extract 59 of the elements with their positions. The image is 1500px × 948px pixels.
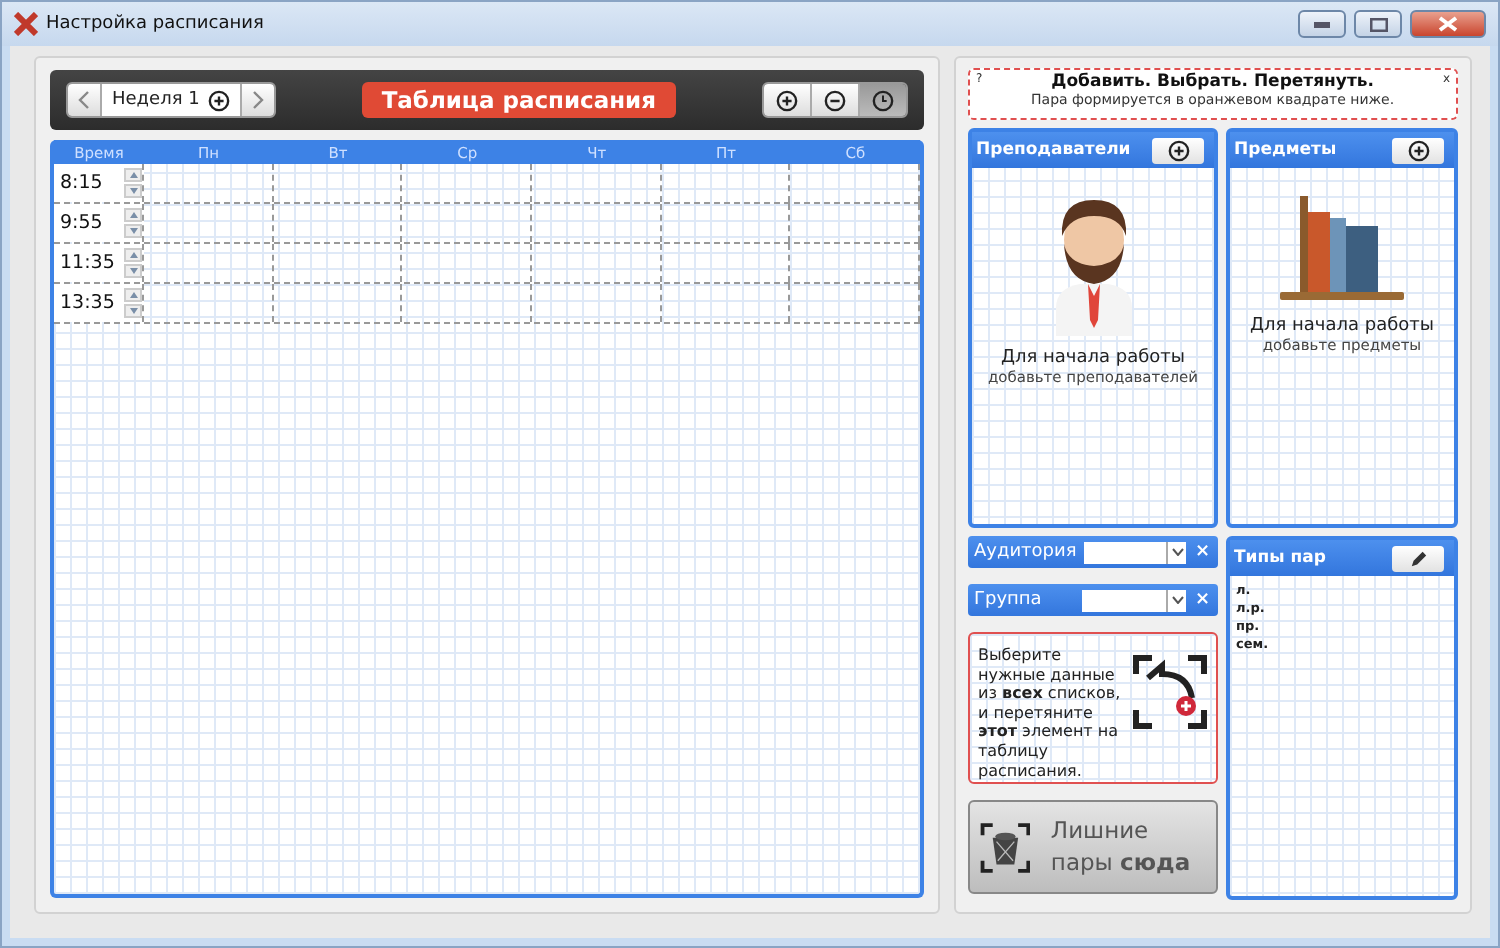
caret-icon: [1171, 548, 1184, 556]
instruction-text: Выберите нужные данные из всех списков, и перетяните этот элемент на таблицу расписания.: [978, 646, 1123, 781]
maximize-icon: [1369, 17, 1387, 31]
clear-button[interactable]: ×: [1194, 542, 1210, 562]
spin-up-button[interactable]: [124, 248, 142, 262]
filter-label: Группа: [974, 590, 1044, 610]
clock-icon: [871, 89, 894, 111]
add-icon: [1407, 139, 1429, 161]
zoom-out-icon: [823, 89, 846, 111]
spin-up-button[interactable]: [124, 208, 142, 222]
lesson-builder[interactable]: Выберите нужные данные из всех списков, и перетяните этот элемент на таблицу расписания.: [968, 632, 1218, 784]
time-field[interactable]: 11:35: [54, 244, 144, 282]
window-title: Настройка расписания: [46, 14, 266, 34]
add-button[interactable]: [1392, 137, 1444, 163]
hint-title: Добавить. Выбрать. Перетянуть.: [1051, 72, 1374, 92]
add-icon: [207, 89, 230, 111]
spin-down-button[interactable]: [124, 304, 142, 318]
panel-title: Предметы: [1234, 140, 1337, 160]
empty-title: Для начала работы: [1249, 316, 1435, 336]
filter-dropdown[interactable]: [1084, 541, 1187, 563]
spin-up-button[interactable]: [124, 168, 142, 182]
panel-title: Типы пар: [1234, 548, 1326, 568]
minimize-button[interactable]: [1298, 10, 1346, 38]
add-icon: [1167, 139, 1189, 161]
time-field[interactable]: 8:15: [54, 164, 144, 202]
pencil-icon: [1409, 549, 1427, 567]
view-button[interactable]: [763, 84, 810, 116]
books-drawing: [1276, 192, 1408, 304]
caret-icon: [1171, 596, 1184, 604]
view-button[interactable]: [809, 84, 858, 116]
spin-down-button[interactable]: [124, 224, 142, 238]
app-icon: [14, 12, 38, 36]
panel-title: Преподаватели: [976, 140, 1131, 160]
filter-label: Аудитория: [974, 542, 1077, 562]
chevron-left-icon: [78, 90, 90, 110]
view-button[interactable]: [857, 84, 906, 116]
trash-drop-zone[interactable]: Лишние пары сюда: [968, 800, 1218, 894]
empty-title: Для начала работы: [1000, 348, 1186, 368]
schedule-title: Таблица расписания: [361, 82, 676, 118]
minimize-icon: [1314, 21, 1330, 27]
close-icon: [1438, 16, 1458, 32]
time-field[interactable]: 9:55: [54, 204, 144, 242]
edit-button[interactable]: [1392, 545, 1444, 571]
close-button[interactable]: [1410, 10, 1486, 38]
previous-week-button[interactable]: [68, 84, 100, 116]
week-label: Неделя 1: [112, 90, 200, 110]
spin-down-button[interactable]: [124, 264, 142, 278]
chevron-right-icon: [251, 90, 264, 110]
add-button[interactable]: [1152, 137, 1204, 163]
spin-up-button[interactable]: [124, 288, 142, 302]
drag-icon: [1132, 654, 1208, 730]
spin-down-button[interactable]: [124, 184, 142, 198]
zoom-in-icon: [775, 89, 798, 111]
next-week-button[interactable]: [239, 84, 274, 116]
time-field[interactable]: 13:35: [54, 284, 144, 322]
maximize-button[interactable]: [1354, 10, 1402, 38]
filter-dropdown[interactable]: [1082, 589, 1187, 611]
add-week-button[interactable]: Неделя 1: [100, 84, 240, 116]
clear-button[interactable]: ×: [1194, 590, 1210, 610]
